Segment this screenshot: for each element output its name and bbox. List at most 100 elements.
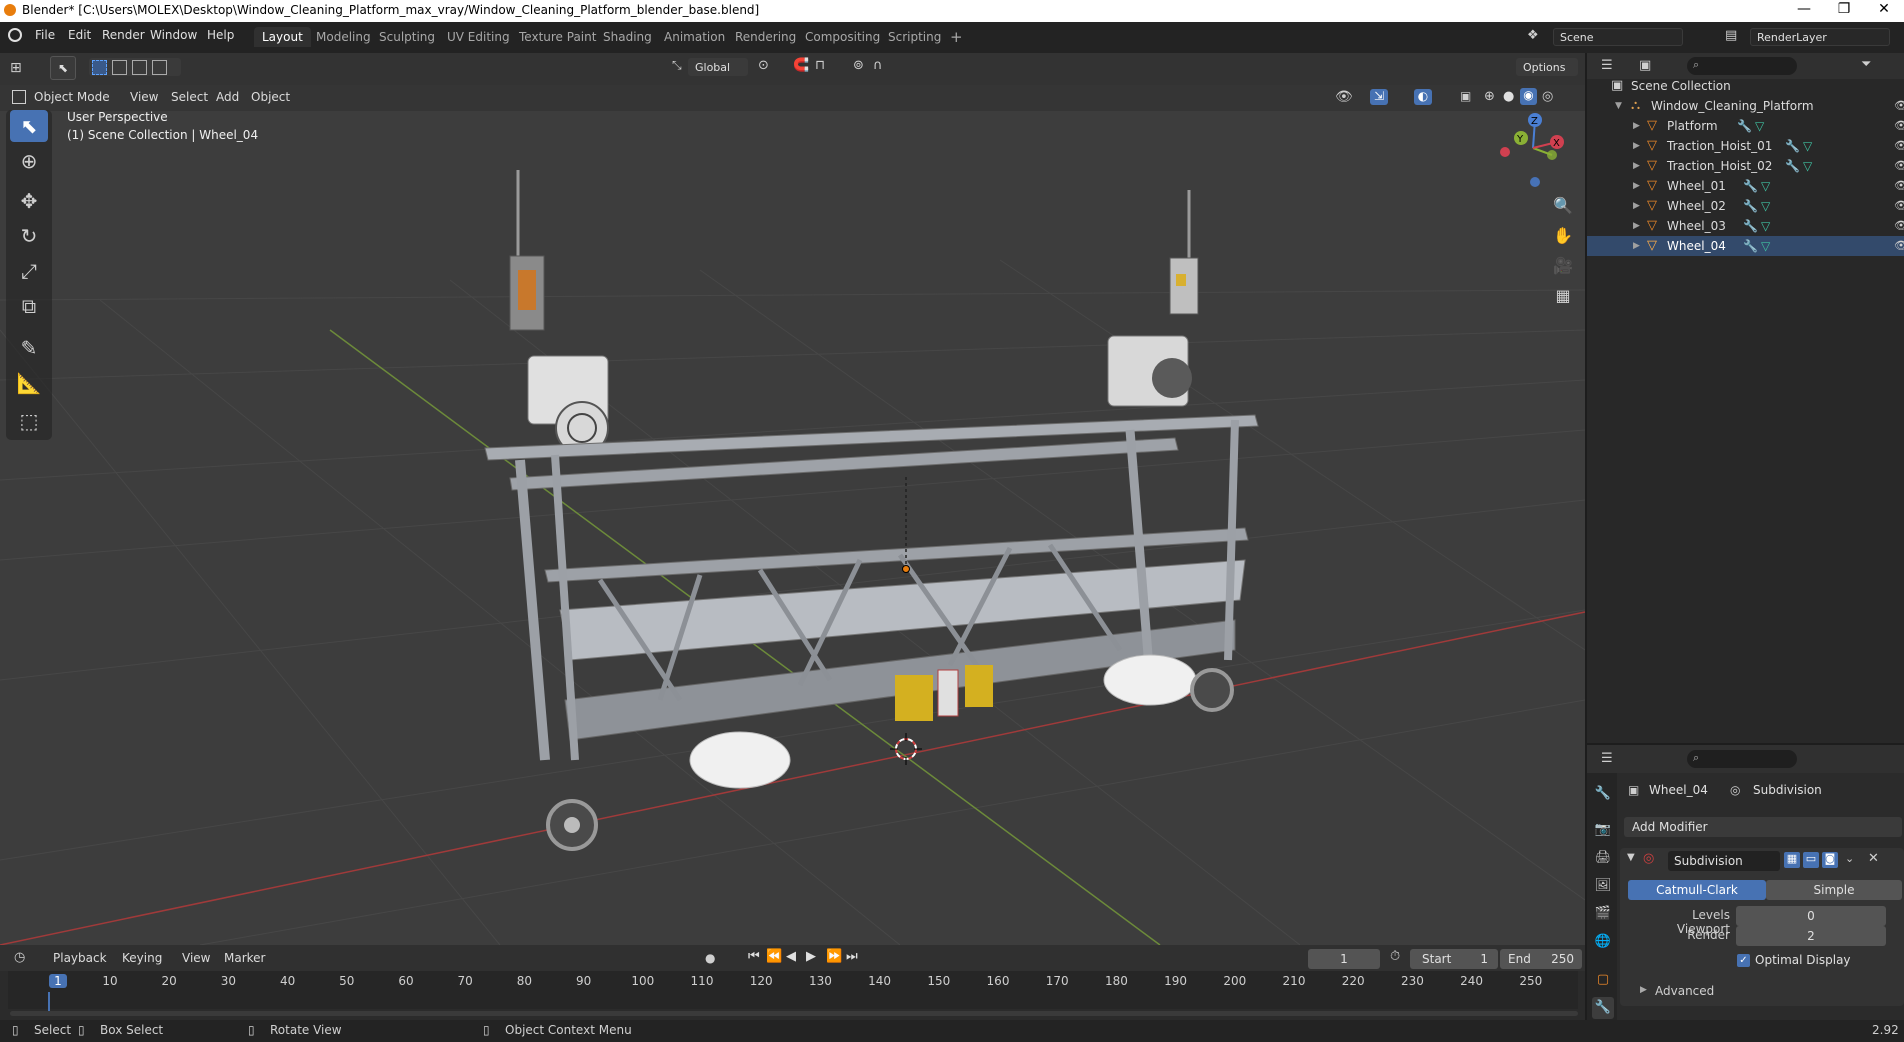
visibility-icon[interactable]: 👁 xyxy=(1335,89,1353,105)
outliner-row-traction-hoist-01[interactable]: ▶ ▽ Traction_Hoist_01 🔧 ▽ 👁 xyxy=(1587,136,1904,156)
visibility-eye-icon[interactable]: 👁 xyxy=(1894,236,1904,256)
editor-type-icon[interactable]: ⊞ xyxy=(10,60,22,76)
select-extend-icon[interactable] xyxy=(112,60,127,75)
viewport-menu-select[interactable]: Select xyxy=(171,90,208,104)
camera-view-icon[interactable]: 🎥 xyxy=(1549,252,1577,280)
falloff-icon[interactable]: ∩ xyxy=(873,58,883,73)
render-toggle-icon[interactable]: ◙ xyxy=(1822,852,1838,868)
tool-tab-icon[interactable]: 🔧 xyxy=(1592,783,1614,805)
modifier-wrench-icon[interactable]: 🔧 xyxy=(1743,176,1758,196)
transform-tool-icon[interactable]: ⧉ xyxy=(10,290,48,322)
tab-compositing[interactable]: Compositing xyxy=(797,27,888,47)
tool-select-icon[interactable]: ⬉ xyxy=(50,56,76,80)
outliner-row-wheel-04[interactable]: ▶ ▽ Wheel_04 🔧 ▽ 👁 xyxy=(1587,236,1904,256)
advanced-expand-icon[interactable]: ▶ xyxy=(1640,985,1647,995)
menu-file[interactable]: File xyxy=(35,28,55,42)
add-cube-tool-icon[interactable]: ⬚ xyxy=(10,405,48,437)
timeline-menu-playback[interactable]: Playback xyxy=(53,951,107,965)
3d-cursor-icon[interactable] xyxy=(890,733,922,765)
modifier-wrench-icon[interactable]: 🔧 xyxy=(1785,156,1800,176)
tab-animation[interactable]: Animation xyxy=(656,27,733,47)
cursor-tool-icon[interactable]: ⊕ xyxy=(10,145,48,177)
visibility-eye-icon[interactable]: 👁 xyxy=(1894,96,1904,116)
optimal-display-checkbox[interactable]: ✓ xyxy=(1737,954,1750,967)
minimize-button[interactable]: — xyxy=(1784,1,1824,17)
mode-dropdown[interactable]: Object Mode xyxy=(34,90,110,104)
record-icon[interactable]: ● xyxy=(705,951,715,965)
render-tab-icon[interactable]: 📷 xyxy=(1592,819,1614,841)
add-workspace-button[interactable]: + xyxy=(942,27,971,47)
timeline-scrollbar[interactable] xyxy=(10,1011,1578,1016)
move-tool-icon[interactable]: ✥ xyxy=(10,185,48,217)
visibility-eye-icon[interactable]: 👁 xyxy=(1894,176,1904,196)
remove-modifier-icon[interactable]: ✕ xyxy=(1868,851,1879,866)
shading-wireframe-icon[interactable]: ⊕ xyxy=(1484,89,1495,104)
expand-arrow-icon[interactable]: ▶ xyxy=(1633,176,1640,196)
expand-arrow-icon[interactable]: ▶ xyxy=(1633,156,1640,176)
mesh-data-icon[interactable]: ▽ xyxy=(1803,136,1812,156)
modifier-menu-icon[interactable]: ⌄ xyxy=(1845,852,1854,865)
scale-tool-icon[interactable]: ⤢ xyxy=(10,255,48,287)
timeline-menu-keying[interactable]: Keying xyxy=(122,951,162,965)
navigation-gizmo[interactable]: Z X Y xyxy=(1495,108,1575,193)
outliner-row-scene-collection[interactable]: ▣ Scene Collection xyxy=(1587,76,1904,96)
mesh-data-icon[interactable]: ▽ xyxy=(1803,156,1812,176)
display-mode-icon[interactable]: ▣ xyxy=(1639,58,1651,73)
viewport-menu-object[interactable]: Object xyxy=(251,90,290,104)
modifier-wrench-icon[interactable]: 🔧 xyxy=(1743,196,1758,216)
next-keyframe-icon[interactable]: ⏩ xyxy=(826,949,842,964)
close-button[interactable]: ✕ xyxy=(1864,1,1904,17)
xray-icon[interactable]: ▣ xyxy=(1460,89,1471,103)
visibility-eye-icon[interactable]: 👁 xyxy=(1894,116,1904,136)
outliner-editor-icon[interactable]: ☰ xyxy=(1601,58,1613,73)
play-icon[interactable]: ▶ xyxy=(806,949,816,964)
visibility-eye-icon[interactable]: 👁 xyxy=(1894,216,1904,236)
snap-icon[interactable]: 🧲 xyxy=(793,58,809,73)
snap-target-icon[interactable]: ⊓ xyxy=(815,58,825,73)
collapse-arrow-icon[interactable]: ▼ xyxy=(1627,852,1635,863)
gizmo-toggle-icon[interactable]: ⇲ xyxy=(1370,89,1388,105)
modifier-wrench-icon[interactable]: 🔧 xyxy=(1785,136,1800,156)
preview-range-icon[interactable]: ⏱ xyxy=(1390,949,1400,964)
shading-material-icon[interactable]: ◉ xyxy=(1520,88,1537,105)
shading-rendered-icon[interactable]: ◎ xyxy=(1542,89,1553,104)
catmull-clark-button[interactable]: Catmull-Clark xyxy=(1628,880,1766,900)
3d-viewport[interactable] xyxy=(0,53,1585,945)
modifier-name-input[interactable]: Subdivision xyxy=(1668,851,1780,871)
advanced-section-label[interactable]: Advanced xyxy=(1655,984,1714,998)
jump-start-icon[interactable]: ⏮ xyxy=(748,949,760,964)
annotate-tool-icon[interactable]: ✎ xyxy=(10,332,48,364)
viewport-toggle-icon[interactable]: ▭ xyxy=(1803,852,1819,868)
add-modifier-dropdown[interactable]: Add Modifier xyxy=(1624,817,1902,837)
proportional-edit-icon[interactable]: ⊚ xyxy=(853,58,864,73)
tab-sculpting[interactable]: Sculpting xyxy=(371,27,443,47)
selection-mode-group[interactable] xyxy=(89,58,181,76)
mesh-data-icon[interactable]: ▽ xyxy=(1761,236,1770,256)
playhead-line[interactable] xyxy=(48,992,50,1012)
expand-arrow-icon[interactable]: ▶ xyxy=(1633,196,1640,216)
outliner-search-input[interactable]: ⌕ xyxy=(1687,57,1797,75)
measure-tool-icon[interactable]: 📐 xyxy=(10,367,48,399)
mesh-data-icon[interactable]: ▽ xyxy=(1761,216,1770,236)
prev-keyframe-icon[interactable]: ⏪ xyxy=(766,949,782,964)
visibility-eye-icon[interactable]: 👁 xyxy=(1894,196,1904,216)
expand-arrow-icon[interactable]: ▶ xyxy=(1633,136,1640,156)
transform-orientation-dropdown[interactable]: Global xyxy=(688,58,748,76)
tab-uv-editing[interactable]: UV Editing xyxy=(439,27,518,47)
options-dropdown[interactable]: Options xyxy=(1516,58,1578,76)
edit-mode-toggle-icon[interactable]: ▦ xyxy=(1784,852,1800,868)
menu-help[interactable]: Help xyxy=(207,28,234,42)
timeline-menu-view[interactable]: View xyxy=(182,951,210,965)
tab-scripting[interactable]: Scripting xyxy=(880,27,949,47)
view-layer-tab-icon[interactable]: 🖼 xyxy=(1592,875,1614,897)
mesh-data-icon[interactable]: ▽ xyxy=(1761,196,1770,216)
outliner-row-wheel-02[interactable]: ▶ ▽ Wheel_02 🔧 ▽ 👁 xyxy=(1587,196,1904,216)
object-tab-icon[interactable]: ▢ xyxy=(1592,969,1614,991)
simple-button[interactable]: Simple xyxy=(1766,880,1902,900)
filter-icon[interactable]: ⏷ xyxy=(1861,57,1871,72)
maximize-button[interactable]: ❐ xyxy=(1824,1,1864,17)
renderlayer-selector[interactable]: RenderLayer xyxy=(1750,28,1890,46)
outliner-row-traction-hoist-02[interactable]: ▶ ▽ Traction_Hoist_02 🔧 ▽ 👁 xyxy=(1587,156,1904,176)
mesh-data-icon[interactable]: ▽ xyxy=(1761,176,1770,196)
levels-viewport-field[interactable]: 0 xyxy=(1736,906,1886,926)
